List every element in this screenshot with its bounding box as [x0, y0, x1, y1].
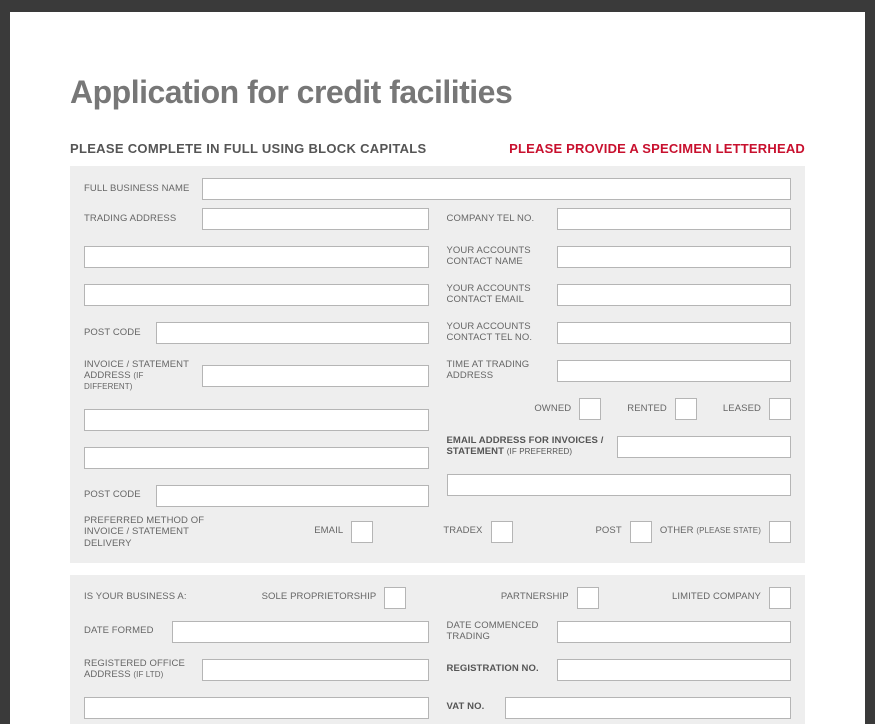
- input-accounts-tel[interactable]: [557, 322, 792, 344]
- section-business-type: IS YOUR BUSINESS A: SOLE PROPRIETORSHIP …: [70, 575, 805, 724]
- checkbox-ltd[interactable]: [769, 587, 791, 609]
- input-company-tel[interactable]: [557, 208, 792, 230]
- checkbox-pref-post[interactable]: [630, 521, 652, 543]
- checkbox-partnership[interactable]: [577, 587, 599, 609]
- checkbox-pref-other[interactable]: [769, 521, 791, 543]
- label-date-formed: DATE FORMED: [84, 626, 162, 637]
- label-reg-office-sub: (IF LTD): [133, 670, 163, 679]
- label-vat-no: VAT NO.: [447, 702, 495, 713]
- input-invoice-address-3[interactable]: [84, 447, 429, 469]
- input-trading-address-3[interactable]: [84, 284, 429, 306]
- label-pref-email: EMAIL: [314, 526, 343, 537]
- label-post-code-1: POST CODE: [84, 328, 146, 339]
- label-invoice-address: INVOICE / STATEMENT ADDRESS (IF DIFFEREN…: [84, 360, 192, 393]
- input-time-at-addr[interactable]: [557, 360, 792, 382]
- input-trading-address-2[interactable]: [84, 246, 429, 268]
- input-reg-office-1[interactable]: [202, 659, 429, 681]
- input-accounts-name[interactable]: [557, 246, 792, 268]
- col-left: TRADING ADDRESS POST CODE INVOICE / STAT…: [84, 208, 429, 507]
- input-vat-no[interactable]: [505, 697, 792, 719]
- checkbox-pref-email[interactable]: [351, 521, 373, 543]
- input-invoice-address-1[interactable]: [202, 365, 429, 387]
- checkbox-owned[interactable]: [579, 398, 601, 420]
- label-pref-post: POST: [595, 526, 621, 537]
- input-post-code-1[interactable]: [156, 322, 429, 344]
- input-accounts-email[interactable]: [557, 284, 792, 306]
- input-reg-no[interactable]: [557, 659, 792, 681]
- input-date-formed[interactable]: [172, 621, 429, 643]
- label-pref-other: OTHER (PLEASE STATE): [660, 526, 761, 537]
- label-pref-method: PREFERRED METHOD OF INVOICE / STATEMENT …: [84, 515, 234, 549]
- input-reg-office-2[interactable]: [84, 697, 429, 719]
- col-left-2: DATE FORMED REGISTERED OFFICE ADDRESS (I…: [84, 621, 429, 724]
- label-company-tel: COMPANY TEL NO.: [447, 214, 547, 225]
- label-pref-other-text: OTHER: [660, 525, 694, 536]
- checkbox-leased[interactable]: [769, 398, 791, 420]
- input-invoice-address-2[interactable]: [84, 409, 429, 431]
- label-full-business-name: FULL BUSINESS NAME: [84, 184, 192, 195]
- section-business-details: FULL BUSINESS NAME TRADING ADDRESS POST …: [70, 166, 805, 563]
- label-leased: LEASED: [723, 404, 761, 415]
- label-sole-prop: SOLE PROPRIETORSHIP: [262, 592, 377, 603]
- label-owned: OWNED: [534, 404, 571, 415]
- checkbox-sole-prop[interactable]: [384, 587, 406, 609]
- label-accounts-email: YOUR ACCOUNTS CONTACT EMAIL: [447, 284, 547, 306]
- label-pref-other-sub: (PLEASE STATE): [696, 526, 761, 535]
- label-reg-no: REGISTRATION NO.: [447, 664, 547, 675]
- input-email-invoice-2[interactable]: [447, 474, 792, 496]
- input-trading-address-1[interactable]: [202, 208, 429, 230]
- checkbox-pref-tradex[interactable]: [491, 521, 513, 543]
- page-title: Application for credit facilities: [70, 74, 805, 111]
- input-post-code-2[interactable]: [156, 485, 429, 507]
- label-date-commenced: DATE COMMENCED TRADING: [447, 621, 547, 643]
- input-email-invoice[interactable]: [617, 436, 792, 458]
- label-trading-address: TRADING ADDRESS: [84, 214, 192, 225]
- label-email-invoice-sub: (IF PREFERRED): [507, 447, 572, 456]
- label-pref-tradex: TRADEX: [443, 526, 482, 537]
- label-email-invoice: EMAIL ADDRESS FOR INVOICES / STATEMENT (…: [447, 436, 607, 458]
- input-full-business-name[interactable]: [202, 178, 791, 200]
- label-reg-office: REGISTERED OFFICE ADDRESS (IF LTD): [84, 659, 192, 681]
- col-right: COMPANY TEL NO. YOUR ACCOUNTS CONTACT NA…: [447, 208, 792, 507]
- label-is-your-business: IS YOUR BUSINESS A:: [84, 592, 214, 603]
- label-post-code-2: POST CODE: [84, 490, 146, 501]
- col-right-2: DATE COMMENCED TRADING REGISTRATION NO. …: [447, 621, 792, 724]
- label-partnership: PARTNERSHIP: [501, 592, 569, 603]
- label-accounts-tel: YOUR ACCOUNTS CONTACT TEL NO.: [447, 322, 547, 344]
- subheading-row: PLEASE COMPLETE IN FULL USING BLOCK CAPI…: [70, 141, 805, 156]
- label-time-at-addr: TIME AT TRADING ADDRESS: [447, 360, 547, 382]
- label-accounts-name: YOUR ACCOUNTS CONTACT NAME: [447, 246, 547, 268]
- form-page: Application for credit facilities PLEASE…: [10, 12, 865, 724]
- subhead-right: PLEASE PROVIDE A SPECIMEN LETTERHEAD: [509, 141, 805, 156]
- checkbox-rented[interactable]: [675, 398, 697, 420]
- label-rented: RENTED: [627, 404, 667, 415]
- subhead-left: PLEASE COMPLETE IN FULL USING BLOCK CAPI…: [70, 141, 427, 156]
- label-ltd: LIMITED COMPANY: [672, 592, 761, 603]
- input-date-commenced[interactable]: [557, 621, 792, 643]
